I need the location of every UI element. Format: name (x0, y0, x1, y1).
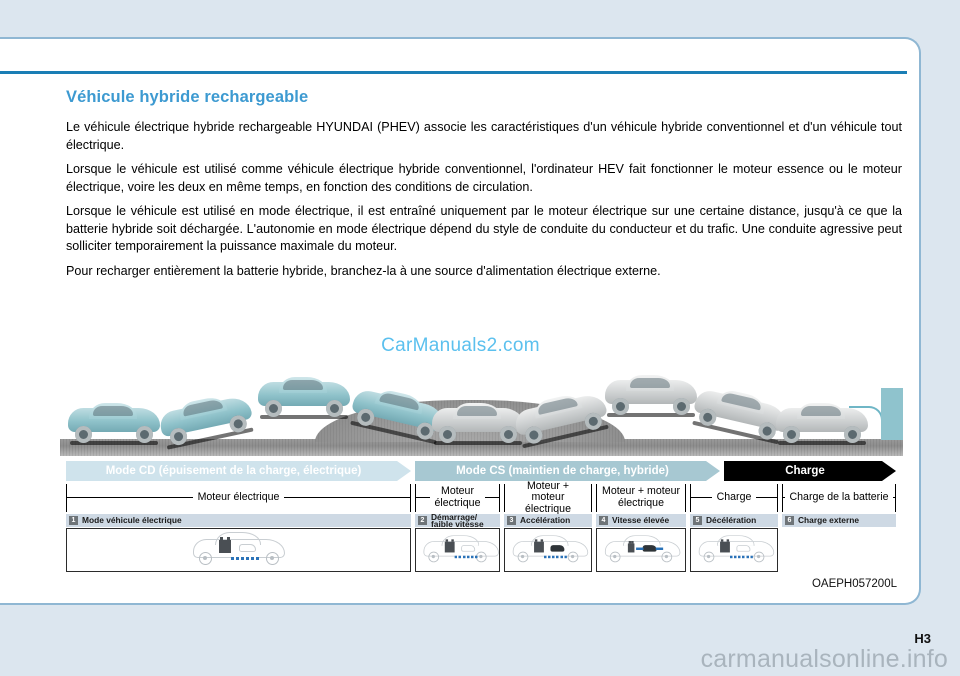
caption-5-number: 5 (693, 516, 702, 525)
paragraph-1: Le véhicule électrique hybride rechargea… (66, 120, 902, 152)
car-illustration-3 (258, 377, 350, 419)
banner-mode-cd: Mode CD (épuisement de la charge, électr… (66, 461, 411, 481)
caption-2-number: 2 (418, 516, 427, 525)
caption-4-label: Vitesse élevée (612, 515, 670, 526)
bracket-2: Moteur électrique (415, 484, 500, 512)
caption-3: 3 Accélération (504, 514, 592, 527)
vehicle-illustration (60, 375, 903, 456)
mode-banner-row: Mode CD (épuisement de la charge, électr… (66, 461, 896, 481)
bracket-4: Moteur + moteur électrique (596, 484, 686, 512)
caption-6-number: 6 (785, 516, 794, 525)
page-root: Véhicule hybride rechargeable Le véhicul… (0, 0, 960, 676)
caption-1-number: 1 (69, 516, 78, 525)
icon-box-5 (690, 528, 778, 572)
page-number: H3 (914, 631, 931, 646)
car-illustration-7 (605, 375, 697, 417)
icon-box-row (66, 528, 896, 572)
bracket-5: Charge (690, 484, 778, 512)
caption-4: 4 Vitesse élevée (596, 514, 686, 527)
bracket-1-label: Moteur électrique (192, 492, 285, 504)
icon-box-3 (504, 528, 592, 572)
banner-mode-cs: Mode CS (maintien de charge, hybride) (415, 461, 720, 481)
caption-3-label: Accélération (520, 515, 571, 526)
page-title: Véhicule hybride rechargeable (66, 88, 309, 106)
caption-6-label: Charge externe (798, 515, 859, 526)
caption-5-label: Décélération (706, 515, 757, 526)
caption-strip-row: 1 Mode véhicule électrique 2 Démarrage/ … (66, 514, 896, 527)
caption-4-number: 4 (599, 516, 608, 525)
banner-mode-cs-label: Mode CS (maintien de charge, hybride) (456, 465, 669, 477)
bracket-3-label: Moteur + moteur électrique (505, 480, 591, 516)
car-illustration-1 (68, 403, 160, 445)
header-rule (0, 71, 907, 74)
bracket-3: Moteur + moteur électrique (504, 480, 592, 516)
bracket-4-label: Moteur + moteur électrique (597, 486, 685, 510)
banner-mode-charge-label: Charge (785, 465, 825, 477)
paragraph-4: Pour recharger entièrement la batterie h… (66, 263, 661, 278)
bracket-label-row: Moteur électrique Moteur électrique Mote… (66, 480, 896, 516)
caption-5: 5 Décélération (690, 514, 778, 527)
bracket-6-label: Charge de la batterie (784, 492, 894, 504)
car-illustration-8 (691, 386, 789, 445)
caption-2-label: Démarrage/ faible vitesse (431, 514, 484, 527)
banner-mode-charge: Charge (724, 461, 896, 481)
caption-3-number: 3 (507, 516, 516, 525)
paragraph-3: Lorsque le véhicule est utilisé en mode … (66, 204, 902, 253)
caption-2: 2 Démarrage/ faible vitesse (415, 514, 500, 527)
figure-code: OAEPH057200L (811, 578, 897, 590)
car-energy-icon-4 (604, 535, 681, 563)
car-illustration-2 (157, 393, 254, 450)
page-content: Véhicule hybride rechargeable Le véhicul… (66, 88, 902, 287)
bracket-5-label: Charge (711, 492, 757, 504)
icon-box-4 (596, 528, 686, 572)
paragraph-2: Lorsque le véhicule est utilisé comme vé… (66, 162, 902, 194)
watermark-carmanuals2: CarManuals2.com (381, 335, 540, 356)
car-energy-icon-2 (423, 535, 499, 563)
bracket-2-label: Moteur électrique (429, 486, 486, 510)
bracket-6: Charge de la batterie (782, 484, 896, 512)
caption-1: 1 Mode véhicule électrique (66, 514, 411, 527)
car-energy-icon-5 (698, 535, 775, 563)
icon-box-2 (415, 528, 500, 572)
icon-box-1 (66, 528, 411, 572)
charging-station (881, 388, 903, 440)
caption-6: 6 Charge externe (782, 514, 896, 527)
bracket-1: Moteur électrique (66, 484, 411, 512)
banner-mode-cd-label: Mode CD (épuisement de la charge, électr… (105, 465, 362, 477)
car-energy-icon-3 (512, 535, 589, 563)
caption-1-label: Mode véhicule électrique (82, 515, 182, 526)
car-illustration-5 (432, 403, 524, 445)
car-energy-icon-1 (192, 532, 285, 565)
footer-brand: carmanualsonline.info (700, 645, 948, 673)
charging-cable (849, 406, 883, 428)
